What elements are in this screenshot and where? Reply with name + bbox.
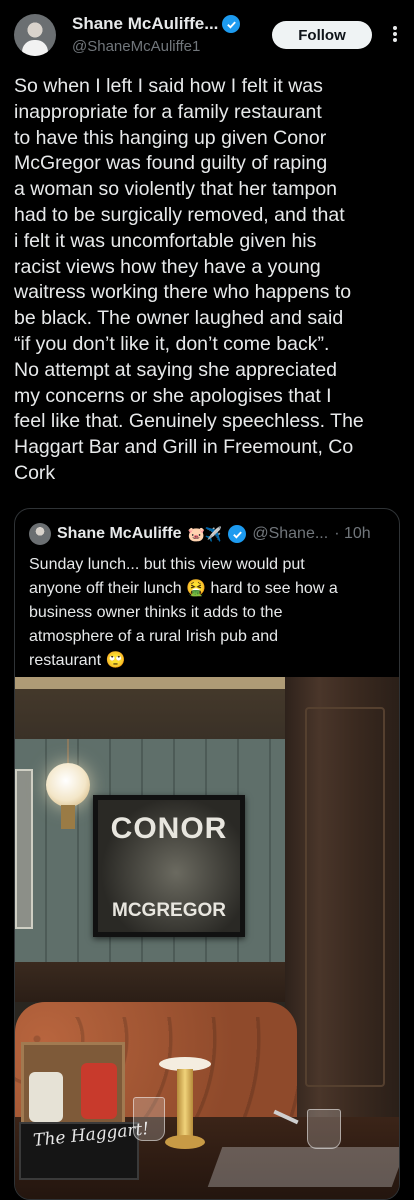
author-name-row[interactable]: Shane McAuliffe... [72,14,241,34]
tweet-line: inappropriate for a family restaurant [14,100,322,123]
photo-water-glass [307,1109,341,1149]
photo-water-glass [133,1097,165,1141]
more-options-icon[interactable] [385,24,405,44]
quoted-author-emojis: 🐷✈️ [187,525,223,542]
photo-mayo-sachet [29,1072,63,1122]
tweet-line: my concerns or she apologises that I [14,384,332,407]
verified-badge-icon [228,525,247,543]
quoted-tweet-photo[interactable]: CONOR MCGREGOR The Haggart! [15,677,399,1199]
tweet-line: Cork [14,461,56,484]
quoted-line: Sunday lunch... but this view would put [29,556,305,573]
tweet-line: So when I left I said how I felt it was [14,75,323,97]
tweet-line: i felt it was uncomfortable given his [14,229,317,252]
photo-table-lamp-stem [177,1069,193,1139]
tweet-line: Haggart Bar and Grill in Freemount, Co [14,436,354,459]
quoted-line: restaurant 🙄 [29,652,126,669]
photo-ketchup-sachet [81,1063,117,1119]
quoted-tweet-body: Sunday lunch... but this view would put … [29,553,389,673]
photo-table-lamp-foot [165,1135,205,1149]
tweet-line: be black. The owner laughed and said [14,307,344,330]
tweet-line: had to be surgically removed, and that [14,203,345,226]
quoted-tweet-card[interactable]: Shane McAuliffe 🐷✈️ @Shane... · 10h Sund… [14,508,400,1200]
tweet-line: to have this hanging up given Conor [14,126,327,149]
tweet-line: feel like that. Genuinely speechless. Th… [14,410,364,433]
tweet-line: McGregor was found guilty of raping [14,152,328,175]
photo-shelf [15,677,295,689]
quoted-author-avatar [29,523,51,545]
photo-panel-inset [305,707,385,1087]
photo-poster: CONOR MCGREGOR [93,795,245,937]
follow-button[interactable]: Follow [272,21,372,49]
quoted-author-name: Shane McAuliffe [57,525,182,542]
tweet-line: a woman so violently that her tampon [14,178,338,201]
photo-dado-rail [15,962,295,1002]
tweet-line: waitress working there who happens to [14,281,352,304]
verified-badge-icon [222,15,241,33]
quoted-line: business owner thinks it adds to the [29,604,283,621]
quoted-line: atmosphere of a rural Irish pub and [29,628,279,645]
photo-poster-title: CONOR [110,812,228,845]
photo-wall-lamp-base [61,805,75,829]
author-handle[interactable]: @ShaneMcAuliffe1 [72,38,200,55]
quoted-author-handle: @Shane... [252,525,329,542]
tweet-body: So when I left I said how I felt it was … [14,74,404,487]
photo-poster-subtitle: MCGREGOR [112,900,226,921]
quoted-tweet-header: Shane McAuliffe 🐷✈️ @Shane... · 10h [29,523,371,545]
tweet-line: “if you don’t like it, don’t come back”. [14,332,330,355]
tweet-header: Shane McAuliffe... @ShaneMcAuliffe1 Foll… [0,0,414,72]
tweet-line: racist views how they have a young [14,255,321,278]
author-display-name[interactable]: Shane McAuliffe... [72,14,218,34]
author-avatar[interactable] [14,14,56,56]
photo-left-frame [15,769,33,929]
photo-wall-lamp [46,763,90,807]
quoted-tweet-time: · 10h [334,525,371,542]
photo-napkin [207,1147,399,1187]
tweet-line: No attempt at saying she appreciated [14,358,338,381]
quoted-line: anyone off their lunch 🤮 hard to see how… [29,580,338,597]
